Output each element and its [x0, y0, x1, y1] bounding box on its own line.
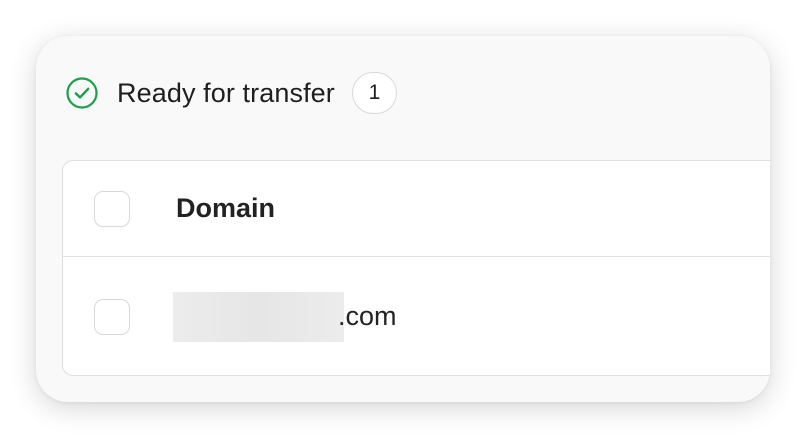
row-checkbox[interactable] — [94, 298, 130, 335]
count-badge: 1 — [351, 72, 397, 114]
domains-table: Domain .com — [62, 160, 770, 376]
domain-cell[interactable]: .com — [173, 291, 397, 342]
section-title: Ready for transfer — [117, 77, 335, 108]
check-circle-icon — [65, 76, 99, 110]
redacted-domain-name — [173, 291, 344, 342]
table-row[interactable]: .com — [63, 258, 770, 375]
transfer-section-card: Ready for transfer 1 Domain .com — [36, 36, 770, 402]
section-header: Ready for transfer 1 — [65, 72, 397, 114]
domain-suffix: .com — [338, 301, 397, 331]
table-header-row: Domain — [63, 161, 770, 257]
select-all-checkbox[interactable] — [94, 190, 130, 227]
column-header-domain[interactable]: Domain — [176, 193, 275, 224]
